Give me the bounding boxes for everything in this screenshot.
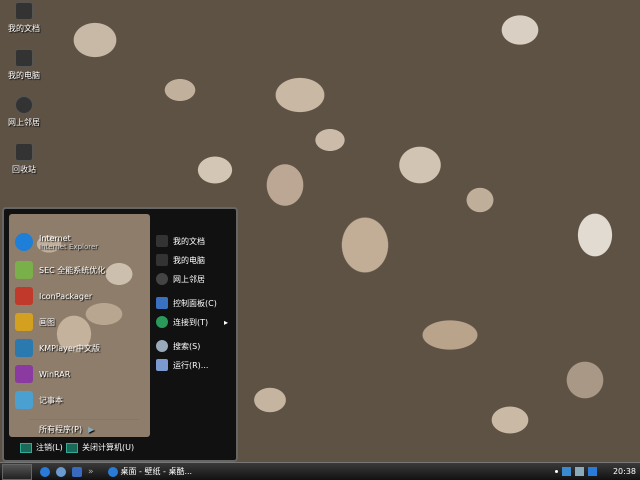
clock[interactable]: 20:38 [613,467,636,476]
icon-label: 我的电脑 [8,71,40,80]
pinned-programs-panel: Internet Internet Explorer SEC 全能系统优化 Ico… [9,214,150,437]
item-label: 网上邻居 [173,274,205,284]
taskbar-button[interactable]: 桌面 - 壁纸 - 桌酷... [107,466,193,477]
winrar-icon [15,365,33,383]
all-programs-button[interactable]: 所有程序(P) ▶ [39,424,94,435]
item-label: 运行(R)... [173,360,209,370]
menu-item-internet[interactable]: Internet Internet Explorer [15,232,98,252]
desktop-icon[interactable]: 我的电脑 [2,49,46,81]
item-label: 控制面板(C) [173,298,217,308]
system-tray: 20:38 [554,467,636,476]
computer-icon [156,254,168,266]
recycle-bin-icon [15,143,33,161]
tray-app-icon[interactable] [587,467,597,476]
item-label: KMPlayer中文版 [39,343,101,353]
computer-icon [15,49,33,67]
browser-icon[interactable] [56,466,66,477]
sec-icon [15,261,33,279]
desktop-icon[interactable]: 回收站 [2,143,46,175]
menu-item-sec[interactable]: SEC 全能系统优化 [15,260,105,280]
item-label: 搜索(S) [173,341,201,351]
desktop-icon[interactable]: 我的文档 [2,2,46,34]
iconpackager-icon [15,287,33,305]
desktop-icon[interactable]: 网上邻居 [2,96,46,128]
menu-item-winrar[interactable]: WinRAR [15,364,70,384]
menu-item-control-panel[interactable]: 控制面板(C) [156,297,217,309]
shutdown-label: 关闭计算机(U) [82,443,135,452]
start-menu: Internet Internet Explorer SEC 全能系统优化 Ico… [2,207,238,462]
documents-icon [15,2,33,20]
paint-icon [15,313,33,331]
tray-dot-icon[interactable] [554,470,558,473]
menu-item-connect-to[interactable]: 连接到(T) ▸ [156,316,228,328]
start-button[interactable] [2,463,32,480]
logoff-label: 注销(L) [36,443,63,452]
item-label: 我的文档 [173,236,205,246]
outlook-icon[interactable] [72,466,82,477]
menu-item-paint[interactable]: 画图 [15,312,55,332]
power-icon [66,442,78,453]
control-panel-icon [156,297,168,309]
volume-icon[interactable] [574,467,584,476]
item-label: 记事本 [39,395,63,405]
ie-icon [107,466,118,477]
item-label: 我的电脑 [173,255,205,265]
icon-label: 我的文档 [8,24,40,33]
search-icon [156,340,168,352]
item-label: WinRAR [39,369,71,379]
separator [29,419,139,420]
run-icon [156,359,168,371]
menu-item-search[interactable]: 搜索(S) [156,340,200,352]
menu-item-iconpackager[interactable]: IconPackager [15,286,92,306]
item-label: SEC 全能系统优化 [39,265,106,275]
logoff-icon [20,442,32,453]
notepad-icon [15,391,33,409]
all-programs-label: 所有程序(P) [39,425,83,434]
arrow-right-icon: ▶ [88,425,95,434]
menu-item-network[interactable]: 网上邻居 [156,273,205,285]
task-label: 桌面 - 壁纸 - 桌酷... [120,467,193,476]
menu-item-run[interactable]: 运行(R)... [156,359,208,371]
item-label: Internet [39,233,71,243]
icon-label: 回收站 [12,165,36,174]
ie-icon[interactable] [40,466,50,477]
logoff-button[interactable]: 注销(L) [20,442,63,453]
submenu-arrow-icon: ▸ [223,317,228,327]
connect-icon [156,316,168,328]
icon-label: 网上邻居 [8,118,40,127]
taskbar: » 桌面 - 壁纸 - 桌酷... 20:38 [0,462,640,480]
item-sublabel: Internet Explorer [39,242,99,251]
menu-item-kmplayer[interactable]: KMPlayer中文版 [15,338,100,358]
shutdown-button[interactable]: 关闭计算机(U) [66,442,134,453]
ie-icon [15,233,33,251]
documents-icon [156,235,168,247]
network-tray-icon[interactable] [561,467,571,476]
kmplayer-icon [15,339,33,357]
menu-item-my-documents[interactable]: 我的文档 [156,235,205,247]
network-icon [156,273,168,285]
network-icon [15,96,33,114]
item-label: IconPackager [39,291,93,301]
item-label: 连接到(T) [173,317,209,327]
quicklaunch-overflow[interactable]: » [88,467,94,477]
menu-item-notepad[interactable]: 记事本 [15,390,63,410]
menu-item-my-computer[interactable]: 我的电脑 [156,254,205,266]
item-label: 画图 [39,317,55,327]
